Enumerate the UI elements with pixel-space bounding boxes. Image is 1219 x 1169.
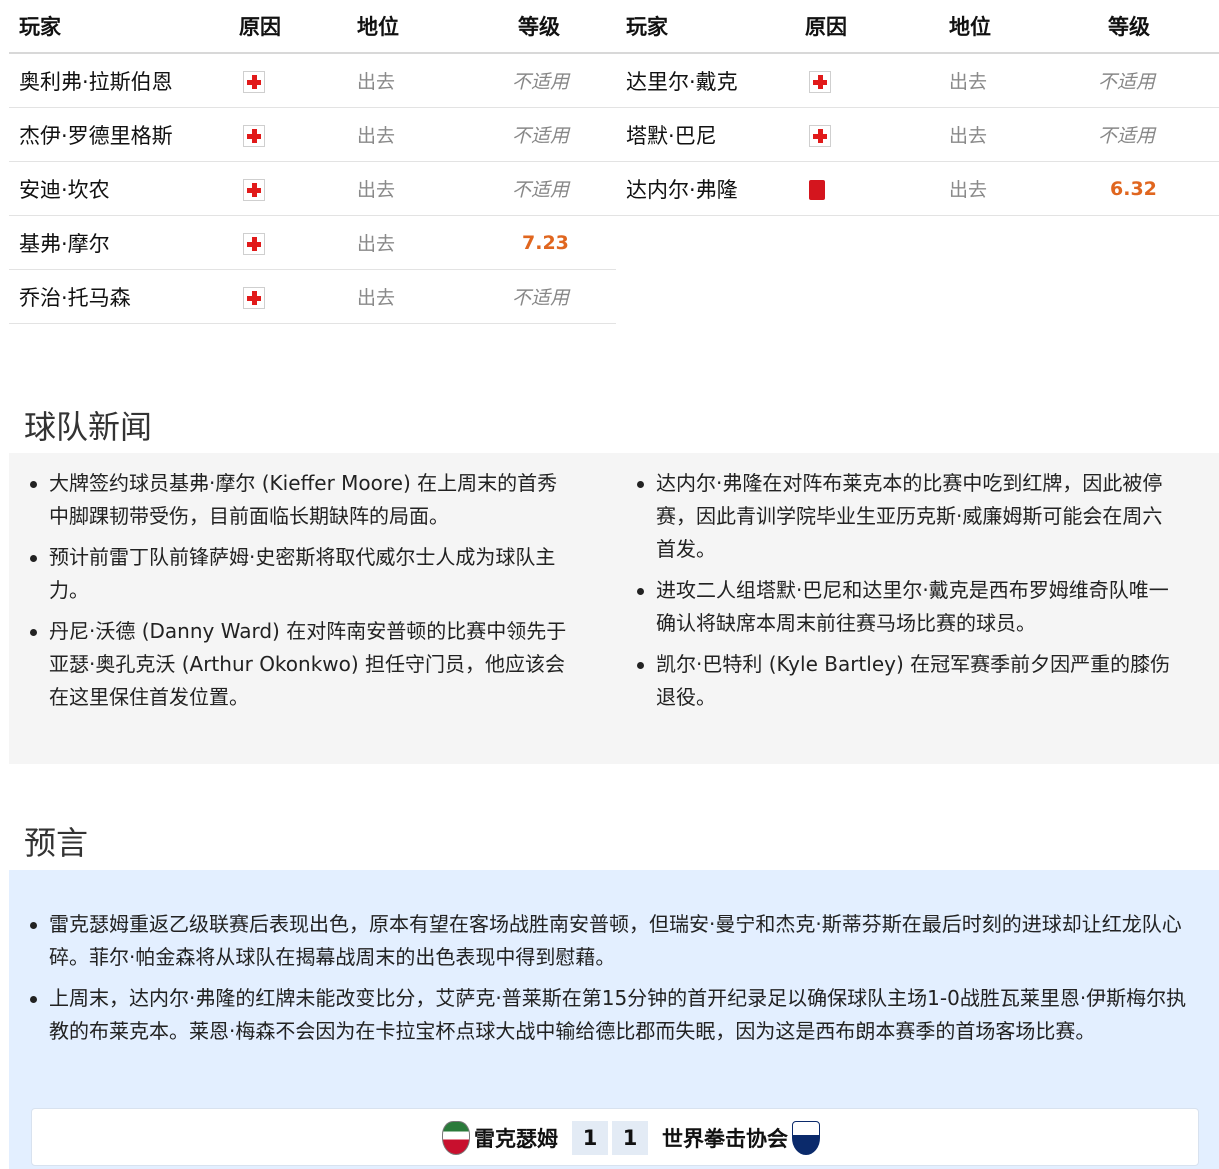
team-news-title: 球队新闻	[24, 408, 153, 446]
reason-cell	[235, 215, 355, 270]
rating-cell: 7.23	[490, 215, 616, 270]
status-cell: 出去	[939, 107, 1096, 162]
injury-tables: 玩家 原因 地位 等级 奥利弗·拉斯伯恩 出去 不适用 杰伊·罗德里格斯 出去 不适用 安迪…	[9, 0, 1219, 330]
team-news-right: 达内尔·弗隆在对阵布莱克本的比赛中吃到红牌，因此被停赛，因此青训学院毕业生亚历克…	[634, 467, 1174, 722]
wrexham-crest-icon	[442, 1121, 470, 1155]
table-row: 达内尔·弗隆 出去 6.32	[616, 161, 1219, 216]
reason-cell	[235, 161, 355, 216]
list-item: 凯尔·巴特利 (Kyle Bartley) 在冠军赛季前夕因严重的膝伤退役。	[634, 648, 1174, 714]
header-player: 玩家	[9, 0, 235, 54]
red-cross-icon	[243, 124, 265, 147]
rating-cell: 不适用	[490, 53, 616, 108]
header-rating: 等级	[1096, 0, 1219, 54]
score-prediction-card: 雷克瑟姆 1 1 世界拳击协会	[31, 1108, 1199, 1166]
table-header-row: 玩家 原因 地位 等级	[9, 0, 616, 54]
rating-cell: 不适用	[490, 269, 616, 324]
table-row: 乔治·托马森 出去 不适用	[9, 269, 616, 324]
rating-cell: 不适用	[490, 161, 616, 216]
header-status: 地位	[939, 0, 1096, 54]
player-name: 杰伊·罗德里格斯	[9, 107, 235, 162]
header-player: 玩家	[616, 0, 797, 54]
red-cross-icon	[243, 178, 265, 201]
status-cell: 出去	[939, 161, 1096, 216]
player-name: 达内尔·弗隆	[616, 161, 797, 216]
team-news-box: 大牌签约球员基弗·摩尔 (Kieffer Moore) 在上周末的首秀中脚踝韧带…	[9, 453, 1219, 764]
status-cell: 出去	[355, 269, 490, 324]
header-reason: 原因	[235, 0, 355, 54]
home-score: 1	[572, 1121, 608, 1155]
header-status: 地位	[355, 0, 490, 54]
reason-cell	[235, 107, 355, 162]
list-item: 上周末，达内尔·弗隆的红牌未能改变比分，艾萨克·普莱斯在第15分钟的首开纪录足以…	[27, 982, 1187, 1048]
injury-table-right: 玩家 原因 地位 等级 达里尔·戴克 出去 不适用 塔默·巴尼 出去 不适用 达内尔·弗隆出…	[616, 0, 1219, 216]
rating-cell: 不适用	[1096, 107, 1219, 162]
list-item: 达内尔·弗隆在对阵布莱克本的比赛中吃到红牌，因此被停赛，因此青训学院毕业生亚历克…	[634, 467, 1174, 566]
list-item: 进攻二人组塔默·巴尼和达里尔·戴克是西布罗姆维奇队唯一确认将缺席本周末前往赛马场…	[634, 574, 1174, 640]
reason-cell	[235, 269, 355, 324]
table-row: 基弗·摩尔 出去 7.23	[9, 215, 616, 270]
reason-cell	[797, 161, 939, 216]
red-cross-icon	[809, 70, 831, 93]
player-name: 塔默·巴尼	[616, 107, 797, 162]
reason-cell	[797, 53, 939, 108]
status-cell: 出去	[355, 53, 490, 108]
list-item: 丹尼·沃德 (Danny Ward) 在对阵南安普顿的比赛中领先于亚瑟·奥孔克沃…	[27, 615, 567, 714]
player-name: 乔治·托马森	[9, 269, 235, 324]
red-cross-icon	[243, 70, 265, 93]
table-row: 杰伊·罗德里格斯 出去 不适用	[9, 107, 616, 162]
away-team-name: 世界拳击协会	[662, 1127, 788, 1151]
player-name: 达里尔·戴克	[616, 53, 797, 108]
status-cell: 出去	[355, 215, 490, 270]
red-cross-icon	[243, 286, 265, 309]
table-row: 塔默·巴尼 出去 不适用	[616, 107, 1219, 162]
prediction-box: 雷克瑟姆重返乙级联赛后表现出色，原本有望在客场战胜南安普顿，但瑞安·曼宁和杰克·…	[9, 870, 1219, 1169]
list-item: 雷克瑟姆重返乙级联赛后表现出色，原本有望在客场战胜南安普顿，但瑞安·曼宁和杰克·…	[27, 908, 1187, 974]
list-item: 大牌签约球员基弗·摩尔 (Kieffer Moore) 在上周末的首秀中脚踝韧带…	[27, 467, 567, 533]
prediction-title: 预言	[24, 824, 89, 862]
home-team-name: 雷克瑟姆	[474, 1127, 558, 1151]
reason-cell	[235, 53, 355, 108]
injury-table-left: 玩家 原因 地位 等级 奥利弗·拉斯伯恩 出去 不适用 杰伊·罗德里格斯 出去 不适用 安迪…	[9, 0, 616, 324]
status-cell: 出去	[355, 161, 490, 216]
reason-cell	[797, 107, 939, 162]
rating-cell: 不适用	[1096, 53, 1219, 108]
list-item: 预计前雷丁队前锋萨姆·史密斯将取代威尔士人成为球队主力。	[27, 541, 567, 607]
status-cell: 出去	[355, 107, 490, 162]
red-cross-icon	[809, 124, 831, 147]
rating-cell: 不适用	[490, 107, 616, 162]
table-row: 奥利弗·拉斯伯恩 出去 不适用	[9, 53, 616, 108]
rating-cell: 6.32	[1096, 161, 1219, 216]
wba-crest-icon	[792, 1121, 820, 1155]
header-reason: 原因	[797, 0, 939, 54]
away-score: 1	[612, 1121, 648, 1155]
red-cross-icon	[243, 232, 265, 255]
table-header-row: 玩家 原因 地位 等级	[616, 0, 1219, 54]
table-row: 安迪·坎农 出去 不适用	[9, 161, 616, 216]
player-name: 基弗·摩尔	[9, 215, 235, 270]
player-name: 奥利弗·拉斯伯恩	[9, 53, 235, 108]
prediction-list: 雷克瑟姆重返乙级联赛后表现出色，原本有望在客场战胜南安普顿，但瑞安·曼宁和杰克·…	[27, 908, 1187, 1056]
table-row: 达里尔·戴克 出去 不适用	[616, 53, 1219, 108]
header-rating: 等级	[490, 0, 616, 54]
status-cell: 出去	[939, 53, 1096, 108]
player-name: 安迪·坎农	[9, 161, 235, 216]
team-news-left: 大牌签约球员基弗·摩尔 (Kieffer Moore) 在上周末的首秀中脚踝韧带…	[27, 467, 567, 722]
red-card-icon	[809, 179, 825, 200]
